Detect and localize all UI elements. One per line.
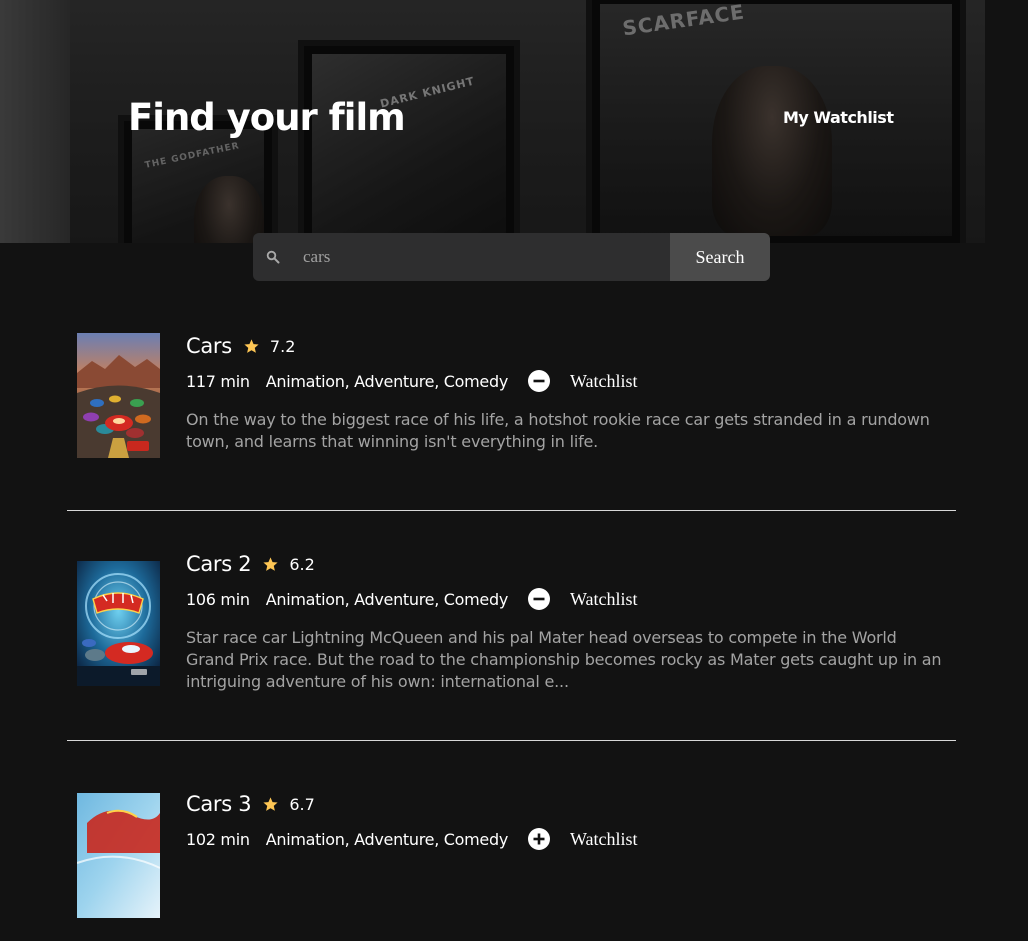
film-plot: On the way to the biggest race of his li… [186,410,930,451]
film-genres: Animation, Adventure, Comedy [265,589,509,609]
film-genres: Animation, Adventure, Comedy [265,829,509,849]
film-poster[interactable] [77,561,160,686]
search-icon [265,249,281,265]
film-meta-row: 106 min Animation, Adventure, Comedy Wat… [186,585,946,613]
film-title-row: Cars 7.2 [186,331,946,361]
search-form: Search [253,233,770,281]
film-runtime: 117 min [186,371,250,391]
film-title-row: Cars 2 6.2 [186,549,946,579]
star-icon [262,796,279,813]
star-icon [243,338,260,355]
watchlist-label: Watchlist [570,828,638,849]
film-meta-row: 117 min Animation, Adventure, Comedy Wat… [186,367,946,395]
film-title[interactable]: Cars 3 [186,792,252,816]
my-watchlist-link[interactable]: My Watchlist [783,108,894,128]
film-info: Cars 3 6.7 102 min Animation, Adventure,… [186,789,946,869]
minus-circle-icon [528,588,550,610]
search-input[interactable] [303,233,670,281]
watchlist-label: Watchlist [570,588,638,609]
film-meta-row: 102 min Animation, Adventure, Comedy Wat… [186,825,946,853]
minus-circle-icon [528,370,550,392]
film-title[interactable]: Cars 2 [186,552,252,576]
film-plot: Star race car Lightning McQueen and his … [186,628,942,691]
remove-from-watchlist-button[interactable]: Watchlist [528,370,638,392]
film-card: Cars 7.2 117 min Animation, Adventure, C… [67,313,956,511]
watchlist-label: Watchlist [570,370,638,391]
film-runtime: 106 min [186,589,250,609]
film-rating: 6.7 [289,794,315,814]
search-button[interactable]: Search [670,233,770,281]
plus-circle-icon [528,828,550,850]
star-icon [262,556,279,573]
page-title: Find your film [128,96,406,139]
film-runtime: 102 min [186,829,250,849]
search-field [253,233,670,281]
film-card: Cars 3 6.7 102 min Animation, Adventure,… [67,741,956,941]
film-card: Cars 2 6.2 106 min Animation, Adventure,… [67,511,956,741]
film-title[interactable]: Cars [186,334,232,358]
results-list: Cars 7.2 117 min Animation, Adventure, C… [67,313,956,941]
film-rating: 6.2 [289,554,315,574]
film-info: Cars 7.2 117 min Animation, Adventure, C… [186,331,946,469]
film-rating: 7.2 [269,336,296,356]
remove-from-watchlist-button[interactable]: Watchlist [528,588,638,610]
film-info: Cars 2 6.2 106 min Animation, Adventure,… [186,549,946,709]
hero-banner: THE GODFATHER DARK KNIGHT SCARFACE Find … [0,0,1028,243]
film-title-row: Cars 3 6.7 [186,789,946,819]
film-poster[interactable] [77,333,160,458]
film-poster[interactable] [77,793,160,918]
film-genres: Animation, Adventure, Comedy [265,371,509,391]
add-to-watchlist-button[interactable]: Watchlist [528,828,638,850]
